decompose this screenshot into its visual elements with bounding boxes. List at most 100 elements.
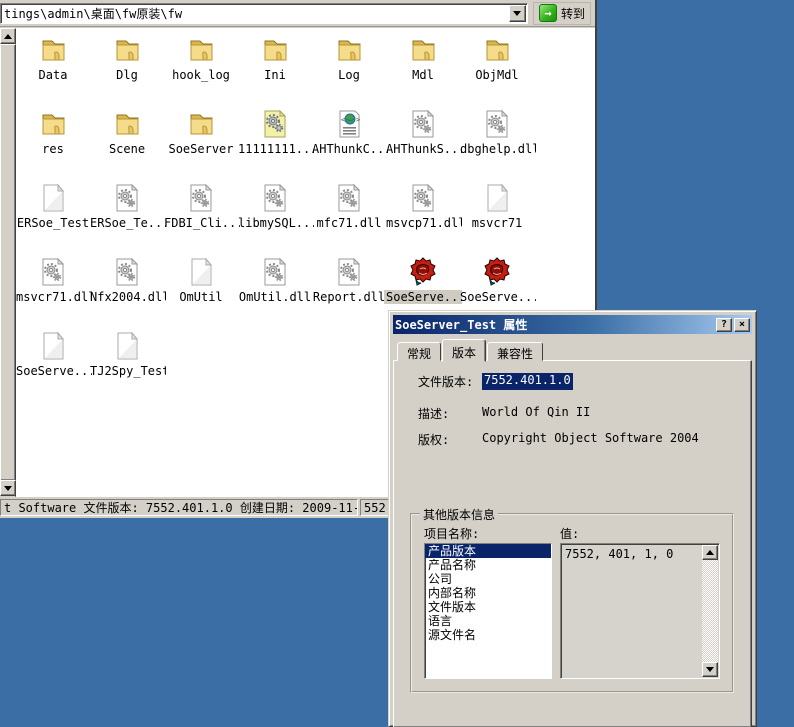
file-item[interactable]: mfc71.dll	[312, 178, 386, 252]
file-label: Dlg	[114, 68, 140, 82]
file-item[interactable]: <>AHThunkC...	[312, 104, 386, 178]
arrow-down-icon	[706, 667, 714, 672]
file-label: msvcr71	[470, 216, 525, 230]
file-label: SoeServe...	[384, 290, 462, 304]
tab-版本[interactable]: 版本	[442, 339, 486, 362]
file-item[interactable]: SoeServer	[164, 104, 238, 178]
folder-icon	[184, 107, 218, 141]
file-item[interactable]: Scene	[90, 104, 164, 178]
tab-常规[interactable]: 常规	[397, 342, 441, 361]
file-label: Report.dll	[311, 290, 387, 304]
file-item[interactable]: Nfx2004.dll	[90, 252, 164, 326]
file-item[interactable]: ObjMdl	[460, 30, 534, 104]
scrollbar-thumb[interactable]	[0, 44, 16, 481]
go-button[interactable]: → 转到	[533, 2, 591, 25]
arrow-down-icon	[4, 486, 12, 491]
dialog-titlebar[interactable]: SoeServer_Test 属性 ? ×	[393, 315, 752, 334]
address-path[interactable]: tings\admin\桌面\fw原装\fw	[1, 5, 509, 22]
scroll-down-button[interactable]	[0, 480, 16, 496]
file-item[interactable]: Ini	[238, 30, 312, 104]
dll-icon	[258, 255, 292, 289]
file-item[interactable]: msvcp71.dll	[386, 178, 460, 252]
dll-icon	[480, 107, 514, 141]
webdoc-icon: <>	[332, 107, 366, 141]
file-item[interactable]: ERSoe_Te...	[90, 178, 164, 252]
copyright-row: 版权: Copyright Object Software 2004	[418, 431, 699, 448]
arrow-up-icon	[706, 550, 714, 555]
file-item[interactable]: msvcr71.dll	[16, 252, 90, 326]
item-name-listbox[interactable]: 产品版本产品名称公司内部名称文件版本语言源文件名	[424, 543, 552, 679]
file-item[interactable]: res	[16, 104, 90, 178]
value-scrollbar-track[interactable]	[702, 560, 718, 662]
address-combobox[interactable]: tings\admin\桌面\fw原装\fw	[0, 3, 528, 24]
help-button[interactable]: ?	[716, 318, 732, 332]
file-label: Ini	[262, 68, 288, 82]
file-item[interactable]: libmySQL...	[238, 178, 312, 252]
value-scroll-up-button[interactable]	[702, 545, 718, 560]
scroll-up-button[interactable]	[0, 28, 16, 44]
file-item[interactable]: ERSoe_Test	[16, 178, 90, 252]
file-item[interactable]: 11111111...	[238, 104, 312, 178]
listbox-item[interactable]: 源文件名	[425, 628, 551, 642]
file-item[interactable]: dbghelp.dll	[460, 104, 534, 178]
file-item[interactable]: Mdl	[386, 30, 460, 104]
file-label: SoeServe...	[14, 364, 92, 378]
folder-icon	[184, 33, 218, 67]
file-item[interactable]: Log	[312, 30, 386, 104]
listbox-item[interactable]: 产品版本	[425, 544, 551, 558]
value-scroll-down-button[interactable]	[702, 662, 718, 677]
other-version-info-group: 其他版本信息 项目名称: 值: 产品版本产品名称公司内部名称文件版本语言源文件名…	[410, 513, 734, 693]
file-item[interactable]: TJ2Spy_Test	[90, 326, 164, 400]
config-icon	[258, 107, 292, 141]
file-version-value[interactable]: 7552.401.1.0	[482, 373, 573, 390]
file-item[interactable]: SoeServe...	[16, 326, 90, 400]
folder-icon	[110, 33, 144, 67]
file-label: SoeServer	[166, 142, 235, 156]
dll-icon	[406, 181, 440, 215]
listbox-item[interactable]: 公司	[425, 572, 551, 586]
file-item[interactable]: msvcr71	[460, 178, 534, 252]
file-item[interactable]: Dlg	[90, 30, 164, 104]
value-text: 7552, 401, 1, 0	[565, 547, 699, 561]
copyright-value: Copyright Object Software 2004	[482, 431, 699, 448]
file-item[interactable]: Data	[16, 30, 90, 104]
tab-兼容性[interactable]: 兼容性	[487, 342, 543, 361]
value-scrollbar[interactable]	[702, 545, 718, 677]
file-version-label: 文件版本:	[418, 373, 480, 390]
tab-strip: 常规版本兼容性	[397, 339, 544, 361]
file-label: AHThunkS...	[384, 142, 462, 156]
file-item[interactable]: OmUtil.dll	[238, 252, 312, 326]
file-item[interactable]: Report.dll	[312, 252, 386, 326]
listbox-item[interactable]: 产品名称	[425, 558, 551, 572]
file-item[interactable]: AHThunkS...	[386, 104, 460, 178]
listbox-item[interactable]: 语言	[425, 614, 551, 628]
app-icon	[480, 255, 514, 289]
file-label: hook_log	[170, 68, 232, 82]
item-name-label: 项目名称:	[424, 525, 479, 542]
dll-icon	[332, 181, 366, 215]
file-label: 11111111...	[236, 142, 314, 156]
go-button-label: 转到	[561, 5, 585, 22]
file-label: TJ2Spy_Test	[88, 364, 166, 378]
vertical-scrollbar[interactable]	[0, 28, 16, 497]
listbox-item[interactable]: 内部名称	[425, 586, 551, 600]
file-label: FDBI_Cli...	[162, 216, 240, 230]
file-item[interactable]: OmUtil	[164, 252, 238, 326]
value-box[interactable]: 7552, 401, 1, 0	[560, 543, 720, 679]
dll-icon	[110, 181, 144, 215]
file-item[interactable]: hook_log	[164, 30, 238, 104]
folder-icon	[406, 33, 440, 67]
file-label: ERSoe_Te...	[88, 216, 166, 230]
file-label: Nfx2004.dll	[88, 290, 166, 304]
app-icon	[406, 255, 440, 289]
svg-text:<: <	[341, 116, 345, 124]
close-button[interactable]: ×	[734, 318, 750, 332]
address-dropdown-button[interactable]	[509, 5, 526, 22]
file-item[interactable]: FDBI_Cli...	[164, 178, 238, 252]
listbox-item[interactable]: 文件版本	[425, 600, 551, 614]
file-label: dbghelp.dll	[458, 142, 536, 156]
group-label: 其他版本信息	[420, 506, 498, 523]
dll-icon	[406, 107, 440, 141]
dll-icon	[36, 255, 70, 289]
folder-icon	[110, 107, 144, 141]
